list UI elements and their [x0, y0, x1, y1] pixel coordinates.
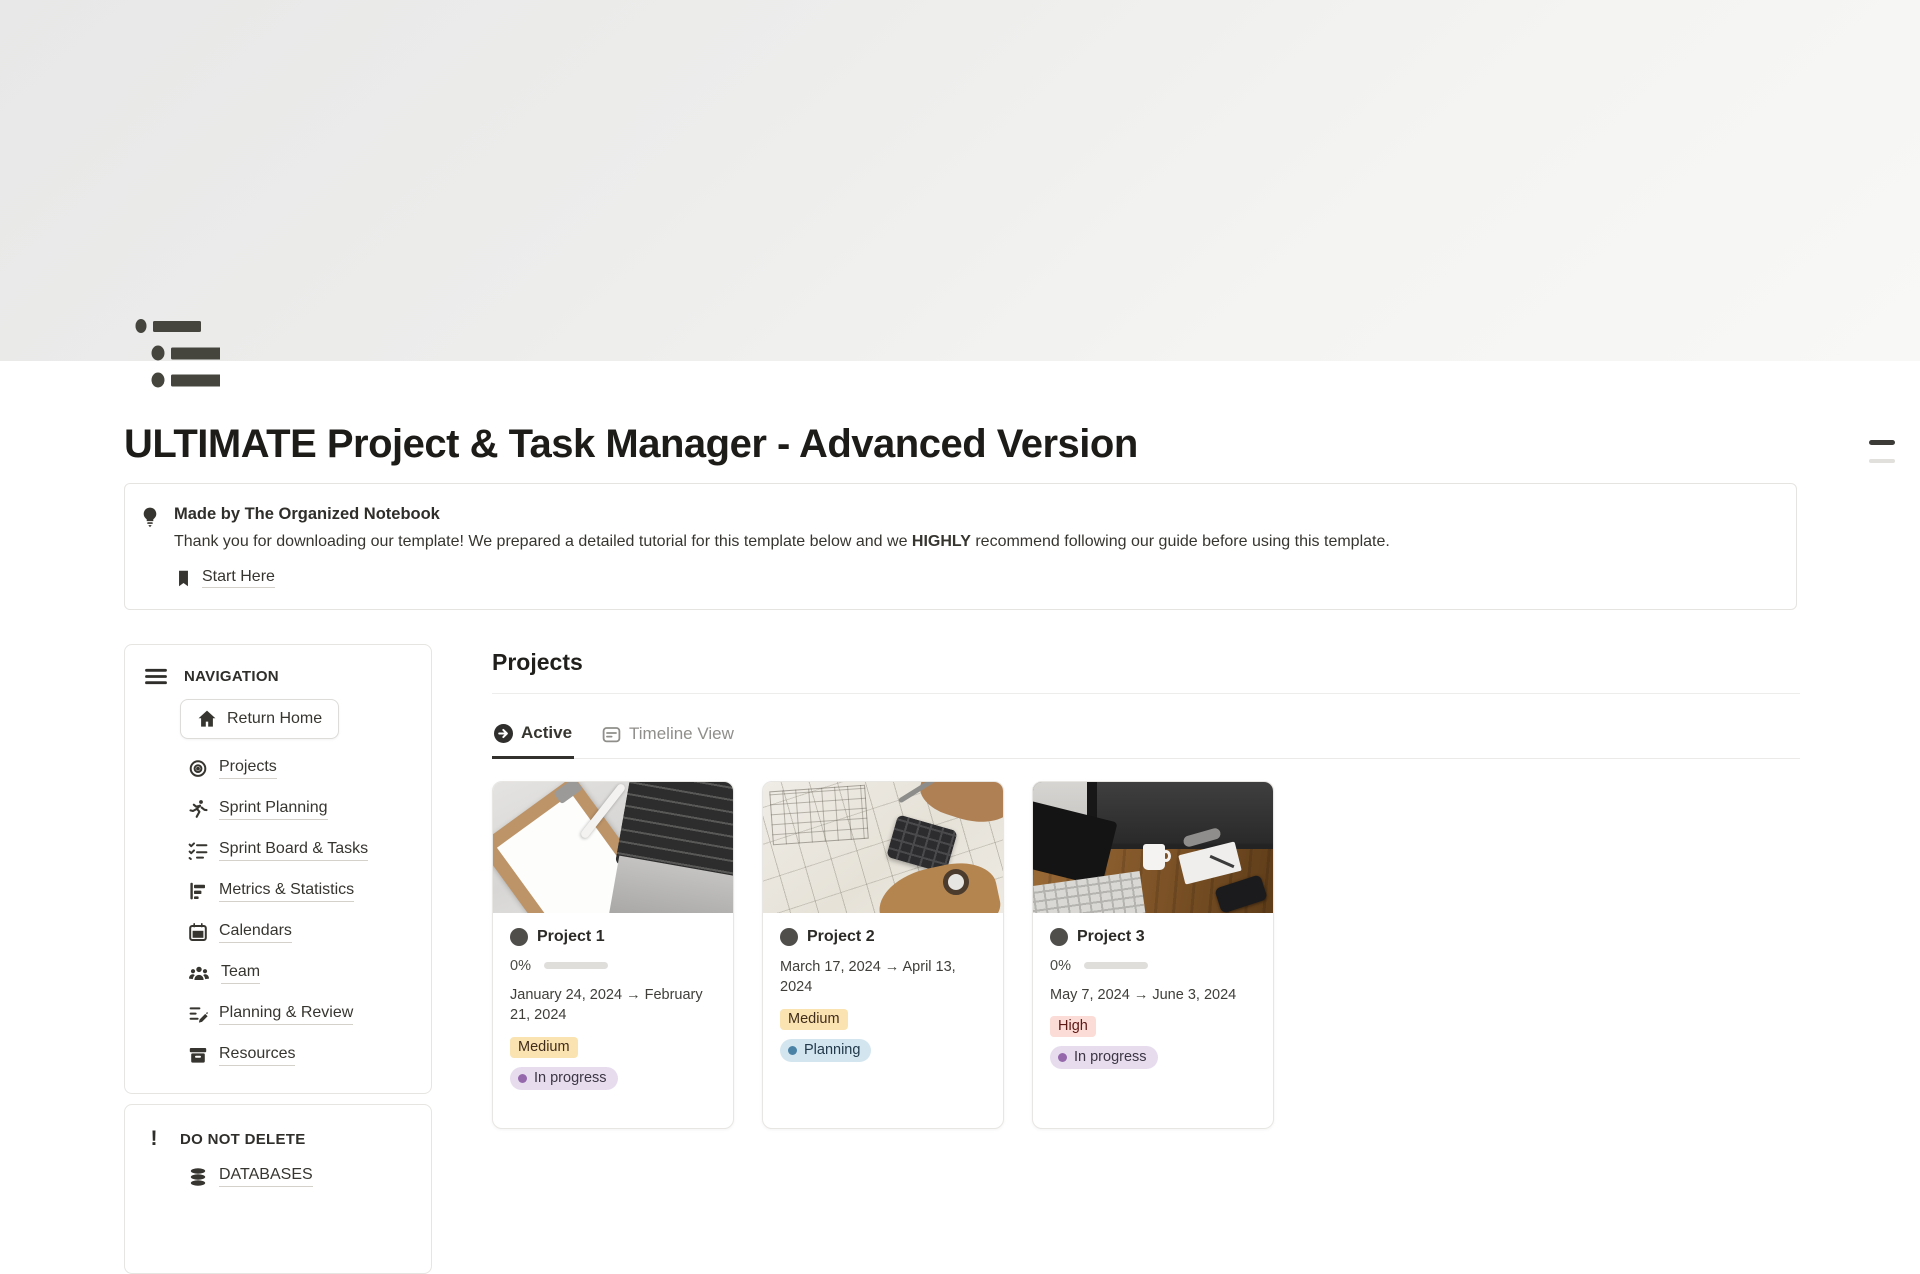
project-page-icon: [510, 928, 528, 946]
compose-icon: [188, 1004, 208, 1024]
project-page-icon: [1050, 928, 1068, 946]
hamburger-icon: [144, 667, 168, 686]
navigation-header: NAVIGATION: [184, 668, 279, 685]
project-dates: January 24, 2024 → February 21, 2024: [510, 985, 716, 1026]
sidebar-item-metrics[interactable]: Metrics & Statistics: [188, 879, 412, 903]
project-cards: Project 1 0% January 24, 2024 → February…: [492, 781, 1800, 1129]
status-dot: [518, 1074, 527, 1083]
progress-percent: 0%: [1050, 958, 1071, 974]
tab-timeline-view[interactable]: Timeline View: [600, 713, 736, 758]
bar-chart-icon: [188, 881, 208, 901]
status-tag: In progress: [510, 1067, 618, 1090]
progress-bar: [1084, 962, 1148, 969]
status-dot: [1058, 1053, 1067, 1062]
sidebar-item-resources[interactable]: Resources: [188, 1043, 412, 1067]
section-divider: [492, 693, 1800, 694]
project-title[interactable]: Project 2: [807, 928, 875, 946]
do-not-delete-panel: ! DO NOT DELETE DATABASES: [124, 1104, 432, 1274]
project-1-cover-image: [493, 782, 733, 913]
progress-bar: [544, 962, 608, 969]
sidebar-item-projects[interactable]: Projects: [188, 756, 412, 780]
bookmark-icon: [174, 569, 193, 588]
board-view-icon: [602, 725, 621, 744]
lightbulb-icon: [139, 505, 161, 588]
page-content: ULTIMATE Project & Task Manager - Advanc…: [124, 361, 1800, 1274]
calendar-icon: [188, 922, 208, 942]
priority-tag: Medium: [780, 1009, 848, 1030]
status-tag: Planning: [780, 1039, 871, 1062]
runner-icon: [188, 799, 208, 819]
status-label: In progress: [534, 1070, 607, 1086]
outline-dash-light: [1869, 459, 1895, 463]
status-label: In progress: [1074, 1049, 1147, 1065]
return-home-label: Return Home: [227, 710, 322, 728]
callout-body-bold: HIGHLY: [912, 533, 971, 550]
start-here-link[interactable]: Start Here: [174, 568, 1390, 588]
exclamation-icon: !: [144, 1127, 164, 1151]
callout-body-pre: Thank you for downloading our template! …: [174, 533, 912, 550]
callout-content: Made by The Organized Notebook Thank you…: [174, 505, 1390, 588]
project-page-icon: [780, 928, 798, 946]
projects-heading: Projects: [492, 649, 1800, 676]
sidebar-item-sprint-board[interactable]: Sprint Board & Tasks: [188, 838, 412, 862]
maker-callout: Made by The Organized Notebook Thank you…: [124, 483, 1797, 610]
people-icon: [188, 963, 210, 983]
databases-label[interactable]: DATABASES: [219, 1166, 313, 1187]
project-title[interactable]: Project 1: [537, 928, 605, 946]
do-not-delete-header: DO NOT DELETE: [180, 1131, 306, 1148]
progress-row: 0%: [1050, 958, 1256, 974]
arrow-circle-icon: [494, 724, 513, 743]
database-icon: [188, 1167, 208, 1187]
project-dates: May 7, 2024 → June 3, 2024: [1050, 985, 1256, 1006]
sidebar-item-calendars[interactable]: Calendars: [188, 920, 412, 944]
callout-body-post: recommend following our guide before usi…: [971, 533, 1390, 550]
outline-indicator[interactable]: [1869, 440, 1895, 463]
priority-tag: Medium: [510, 1037, 578, 1058]
project-card-2[interactable]: Project 2 March 17, 2024 → April 13, 202…: [762, 781, 1004, 1129]
status-label: Planning: [804, 1042, 860, 1058]
progress-row: 0%: [510, 958, 716, 974]
project-dates: March 17, 2024 → April 13, 2024: [780, 957, 986, 998]
status-tag: In progress: [1050, 1046, 1158, 1069]
callout-body: Thank you for downloading our template! …: [174, 531, 1390, 553]
start-here-label[interactable]: Start Here: [202, 568, 275, 588]
archive-box-icon: [188, 1045, 208, 1065]
page-title: ULTIMATE Project & Task Manager - Advanc…: [124, 421, 1800, 467]
project-card-3[interactable]: Project 3 0% May 7, 2024 → June 3, 2024 …: [1032, 781, 1274, 1129]
checklist-icon: [188, 840, 208, 860]
target-icon: [188, 758, 208, 778]
sidebar-item-sprint-planning[interactable]: Sprint Planning: [188, 797, 412, 821]
projects-section: Projects Active: [492, 644, 1800, 1129]
tab-active[interactable]: Active: [492, 713, 574, 759]
priority-tag: High: [1050, 1016, 1096, 1037]
navigation-panel: NAVIGATION Return Home: [124, 644, 432, 1094]
sidebar-column: NAVIGATION Return Home: [124, 644, 432, 1274]
view-tabs: Active Timeline View: [492, 713, 1800, 759]
return-home-button[interactable]: Return Home: [180, 699, 339, 739]
home-icon: [197, 709, 217, 729]
outline-dash-dark: [1869, 440, 1895, 445]
project-title[interactable]: Project 3: [1077, 928, 1145, 946]
sidebar-item-databases[interactable]: DATABASES: [188, 1166, 412, 1187]
project-3-cover-image: [1033, 782, 1273, 913]
callout-title: Made by The Organized Notebook: [174, 505, 1390, 524]
sidebar-item-planning-review[interactable]: Planning & Review: [188, 1002, 412, 1026]
status-dot: [788, 1046, 797, 1055]
progress-percent: 0%: [510, 958, 531, 974]
project-2-cover-image: [763, 782, 1003, 913]
project-card-1[interactable]: Project 1 0% January 24, 2024 → February…: [492, 781, 734, 1129]
sidebar-item-team[interactable]: Team: [188, 961, 412, 985]
navigation-list: Projects Sprint Planning: [188, 756, 412, 1067]
page-cover: [0, 0, 1920, 361]
